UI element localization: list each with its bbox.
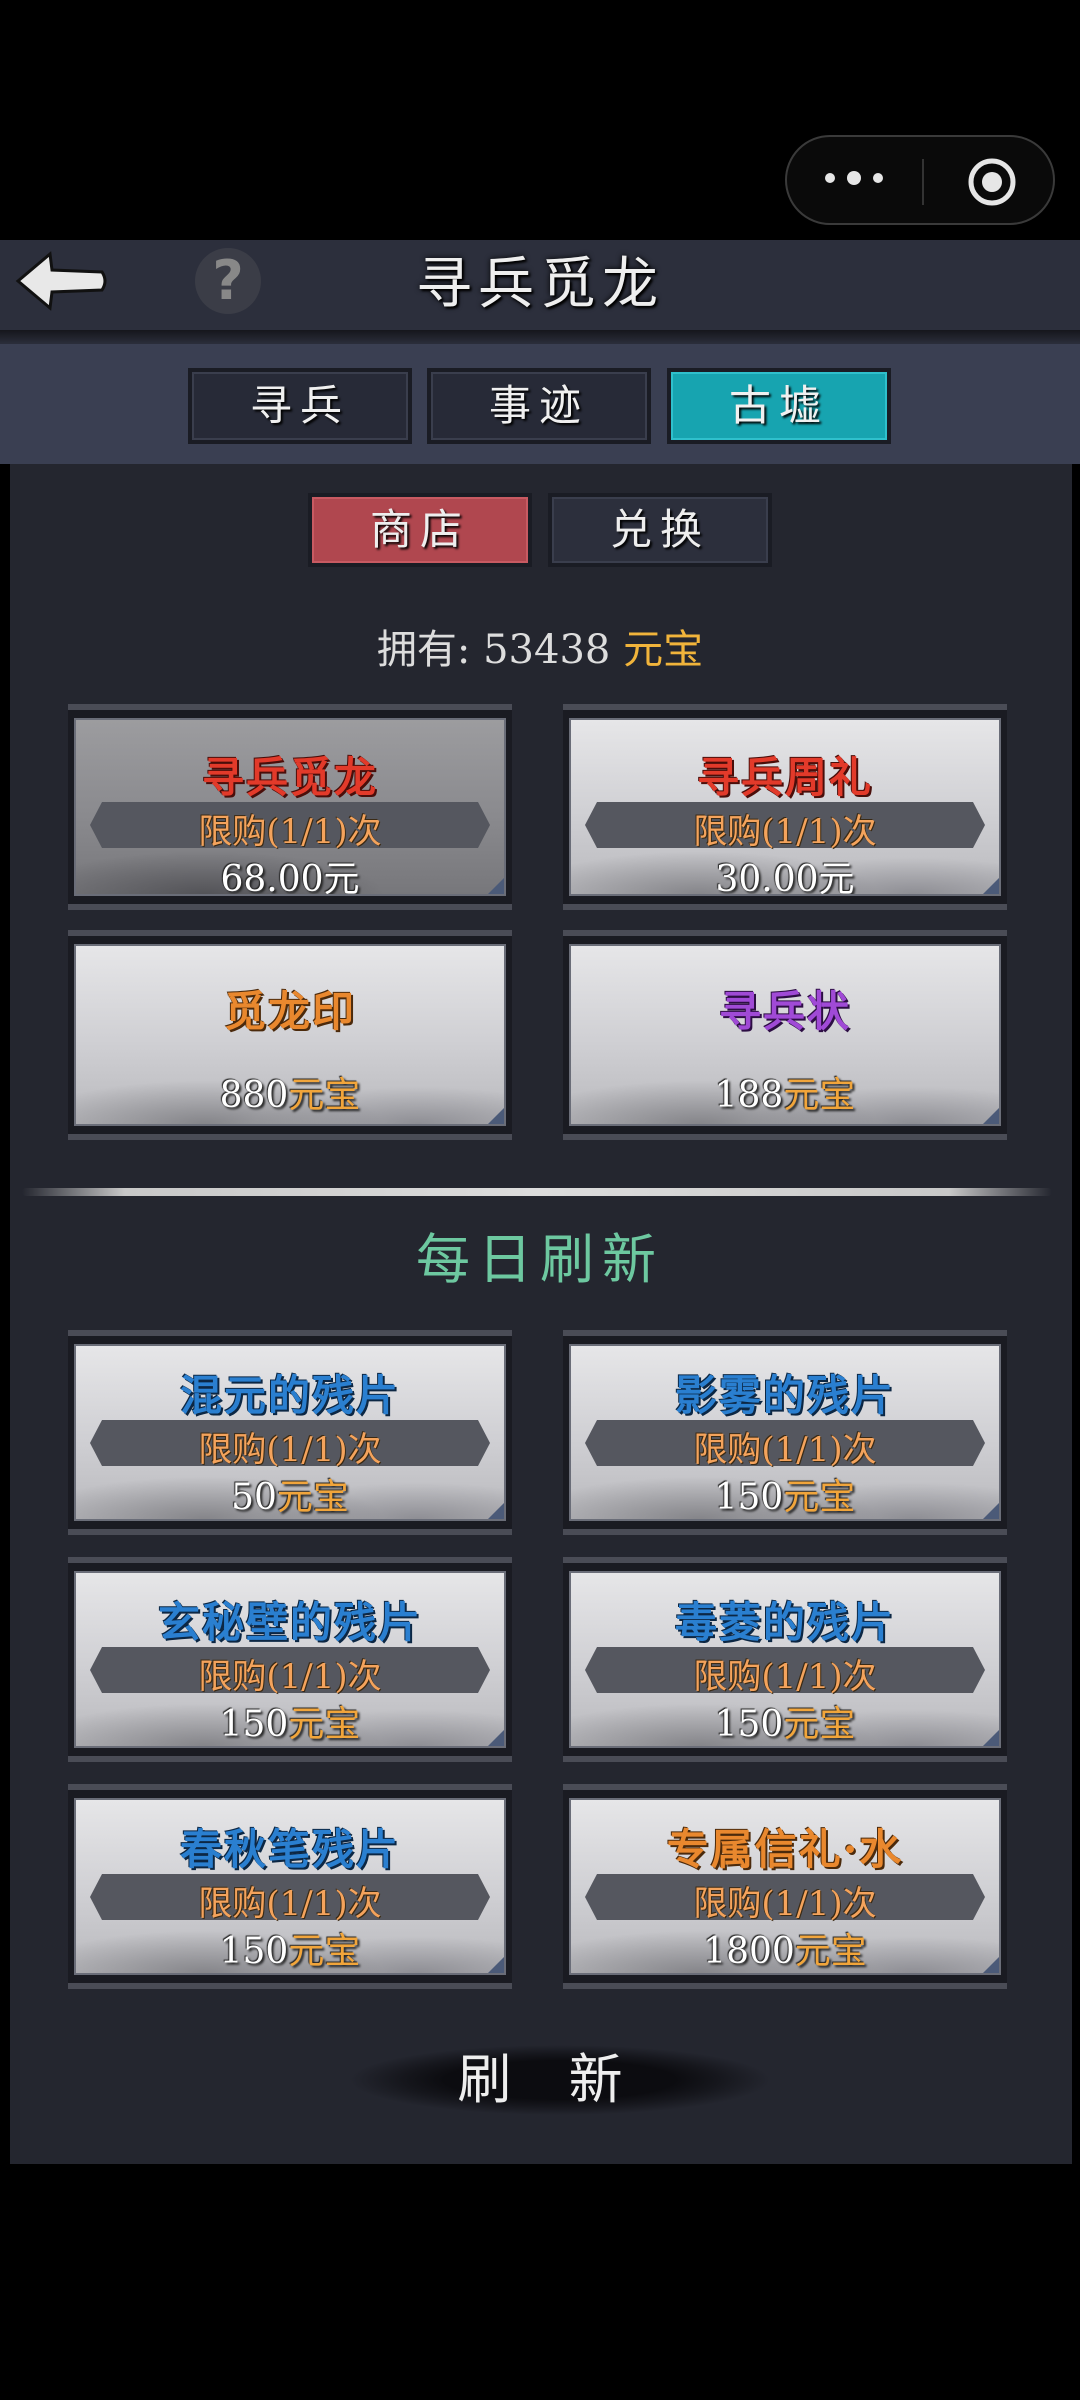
item-price: 150元宝 [714,1477,856,1518]
mini-program-capsule [785,135,1055,225]
daily-card-6[interactable]: 专属信礼·水 限购(1/1)次 1800元宝 [563,1784,1007,1989]
daily-card-3[interactable]: 玄秘壁的残片 限购(1/1)次 150元宝 [68,1557,512,1762]
shop-card-1[interactable]: 寻兵觅龙 限购(1/1)次 68.00元 [68,704,512,910]
item-price: 188元宝 [714,1075,856,1116]
subtab-exchange[interactable]: 兑换 [548,493,772,567]
item-name: 专属信礼·水 [666,1825,904,1874]
owned-amount: 53438 [483,627,611,673]
item-price: 150元宝 [714,1704,856,1745]
capsule-divider [922,159,924,205]
item-limit: 限购(1/1)次 [198,812,382,852]
shop-card-3[interactable]: 觅龙印 880元宝 [68,930,512,1140]
item-limit: 限购(1/1)次 [693,1430,877,1470]
daily-card-4[interactable]: 毒菱的残片 限购(1/1)次 150元宝 [563,1557,1007,1762]
page-title: 寻兵觅龙 [416,252,664,317]
owned-label: 拥有: [376,627,471,673]
owned-currency-unit: 元宝 [623,627,704,673]
item-name: 觅龙印 [223,987,356,1036]
item-limit: 限购(1/1)次 [693,1884,877,1924]
refresh-button[interactable]: 刷 新 [350,2040,750,2120]
tab-shiji[interactable]: 事迹 [427,368,651,444]
more-dots-icon[interactable] [825,163,895,193]
item-price: 880元宝 [219,1075,361,1116]
close-target-icon[interactable] [967,157,1017,207]
item-limit: 限购(1/1)次 [693,1657,877,1697]
item-price: 150元宝 [219,1931,361,1972]
back-arrow-icon[interactable] [10,246,110,316]
item-name: 春秋笔残片 [179,1825,400,1874]
item-limit: 限购(1/1)次 [198,1884,382,1924]
item-price: 150元宝 [219,1704,361,1745]
item-limit: 限购(1/1)次 [693,812,877,852]
header-shadow [0,330,1080,344]
item-name: 寻兵状 [718,987,851,1036]
tab-xunbing[interactable]: 寻兵 [188,368,412,444]
shop-card-2[interactable]: 寻兵周礼 限购(1/1)次 30.00元 [563,704,1007,910]
daily-card-5[interactable]: 春秋笔残片 限购(1/1)次 150元宝 [68,1784,512,1989]
subtab-shop[interactable]: 商店 [308,493,532,567]
shop-card-4[interactable]: 寻兵状 188元宝 [563,930,1007,1140]
item-price: 1800元宝 [703,1931,867,1972]
item-name: 影雾的残片 [674,1371,895,1420]
item-name: 寻兵觅龙 [201,753,378,802]
daily-card-1[interactable]: 混元的残片 限购(1/1)次 50元宝 [68,1330,512,1535]
daily-refresh-title: 每日刷新 [416,1228,664,1291]
item-name: 混元的残片 [179,1371,400,1420]
item-name: 寻兵周礼 [696,753,873,802]
section-divider [22,1188,1052,1196]
owned-currency: 拥有: 53438 元宝 [0,620,1080,680]
item-limit: 限购(1/1)次 [198,1430,382,1470]
item-price: 50元宝 [231,1477,349,1518]
help-icon[interactable]: ? [195,248,261,314]
item-price: 30.00元 [715,859,855,896]
item-price: 68.00元 [220,859,360,896]
item-limit: 限购(1/1)次 [198,1657,382,1697]
item-name: 毒菱的残片 [674,1598,895,1647]
tab-guxu[interactable]: 古墟 [667,368,891,444]
daily-card-2[interactable]: 影雾的残片 限购(1/1)次 150元宝 [563,1330,1007,1535]
item-name: 玄秘壁的残片 [157,1598,422,1647]
